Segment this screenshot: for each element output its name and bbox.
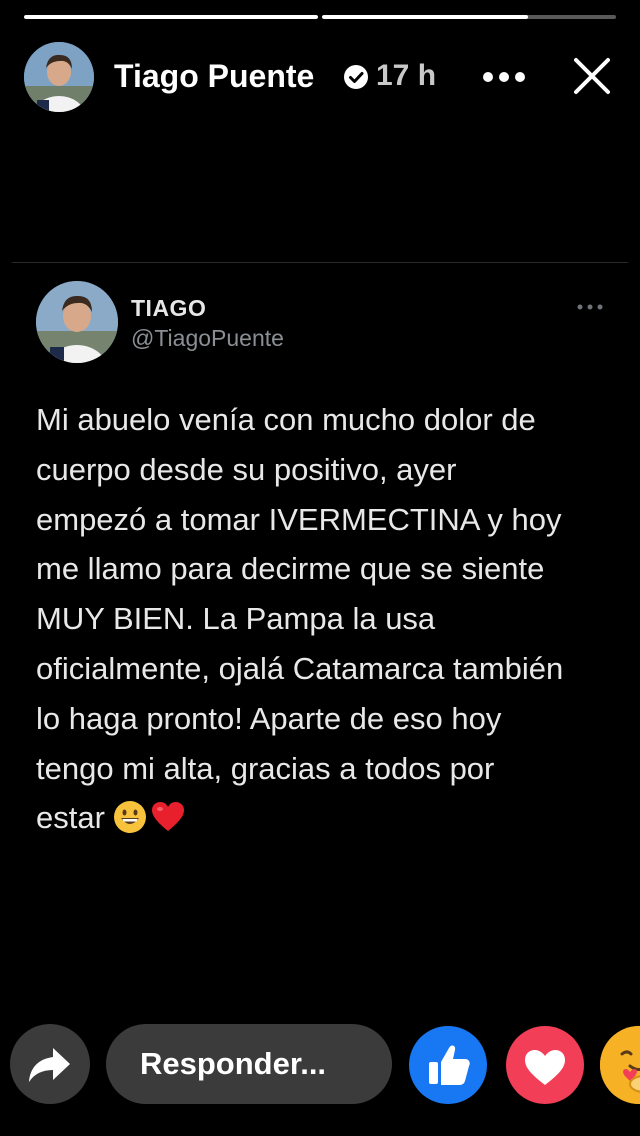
story-progress-1 — [24, 15, 318, 19]
red-heart-emoji-icon — [151, 802, 184, 832]
close-icon[interactable] — [572, 56, 612, 96]
tweet-author-handle: @TiagoPuente — [131, 325, 284, 351]
share-arrow-icon — [29, 1048, 70, 1082]
tweet-text: Mi abuelo venía con mucho dolor de cuerp… — [36, 402, 564, 836]
avatar-photo — [24, 42, 94, 112]
love-reaction-button[interactable] — [506, 1026, 584, 1104]
tweet-top-divider — [12, 262, 628, 263]
tweet-more-icon — [577, 304, 603, 310]
story-timestamp: 17 h — [376, 59, 437, 92]
progress-fill — [24, 15, 318, 19]
reply-input[interactable]: Responder... — [106, 1024, 392, 1104]
story-viewer: Tiago Puente 17 h TIAGO @TiagoPuente Mi … — [0, 0, 640, 1136]
heart-icon — [525, 1050, 565, 1085]
story-header: Tiago Puente 17 h — [24, 40, 616, 114]
tweet-avatar — [36, 281, 118, 363]
share-button[interactable] — [10, 1024, 90, 1104]
reply-placeholder: Responder... — [140, 1046, 327, 1081]
care-reaction-button[interactable] — [600, 1026, 640, 1104]
verified-badge-icon — [344, 65, 368, 89]
thumbs-up-icon — [429, 1045, 470, 1085]
hugging-face-icon — [600, 1026, 640, 1104]
story-reply-bar: Responder... — [0, 1022, 640, 1108]
grinning-face-emoji-icon — [113, 801, 146, 834]
avatar-photo — [36, 281, 118, 363]
story-author-name[interactable]: Tiago Puente — [114, 56, 314, 96]
avatar[interactable] — [24, 42, 94, 112]
like-reaction-button[interactable] — [409, 1026, 487, 1104]
more-options-icon[interactable] — [480, 62, 528, 92]
progress-fill — [322, 15, 528, 19]
tweet-text-block: Mi abuelo venía con mucho dolor de cuerp… — [36, 395, 616, 843]
tweet-author-name: TIAGO — [131, 295, 207, 321]
story-progress-2 — [322, 15, 616, 19]
